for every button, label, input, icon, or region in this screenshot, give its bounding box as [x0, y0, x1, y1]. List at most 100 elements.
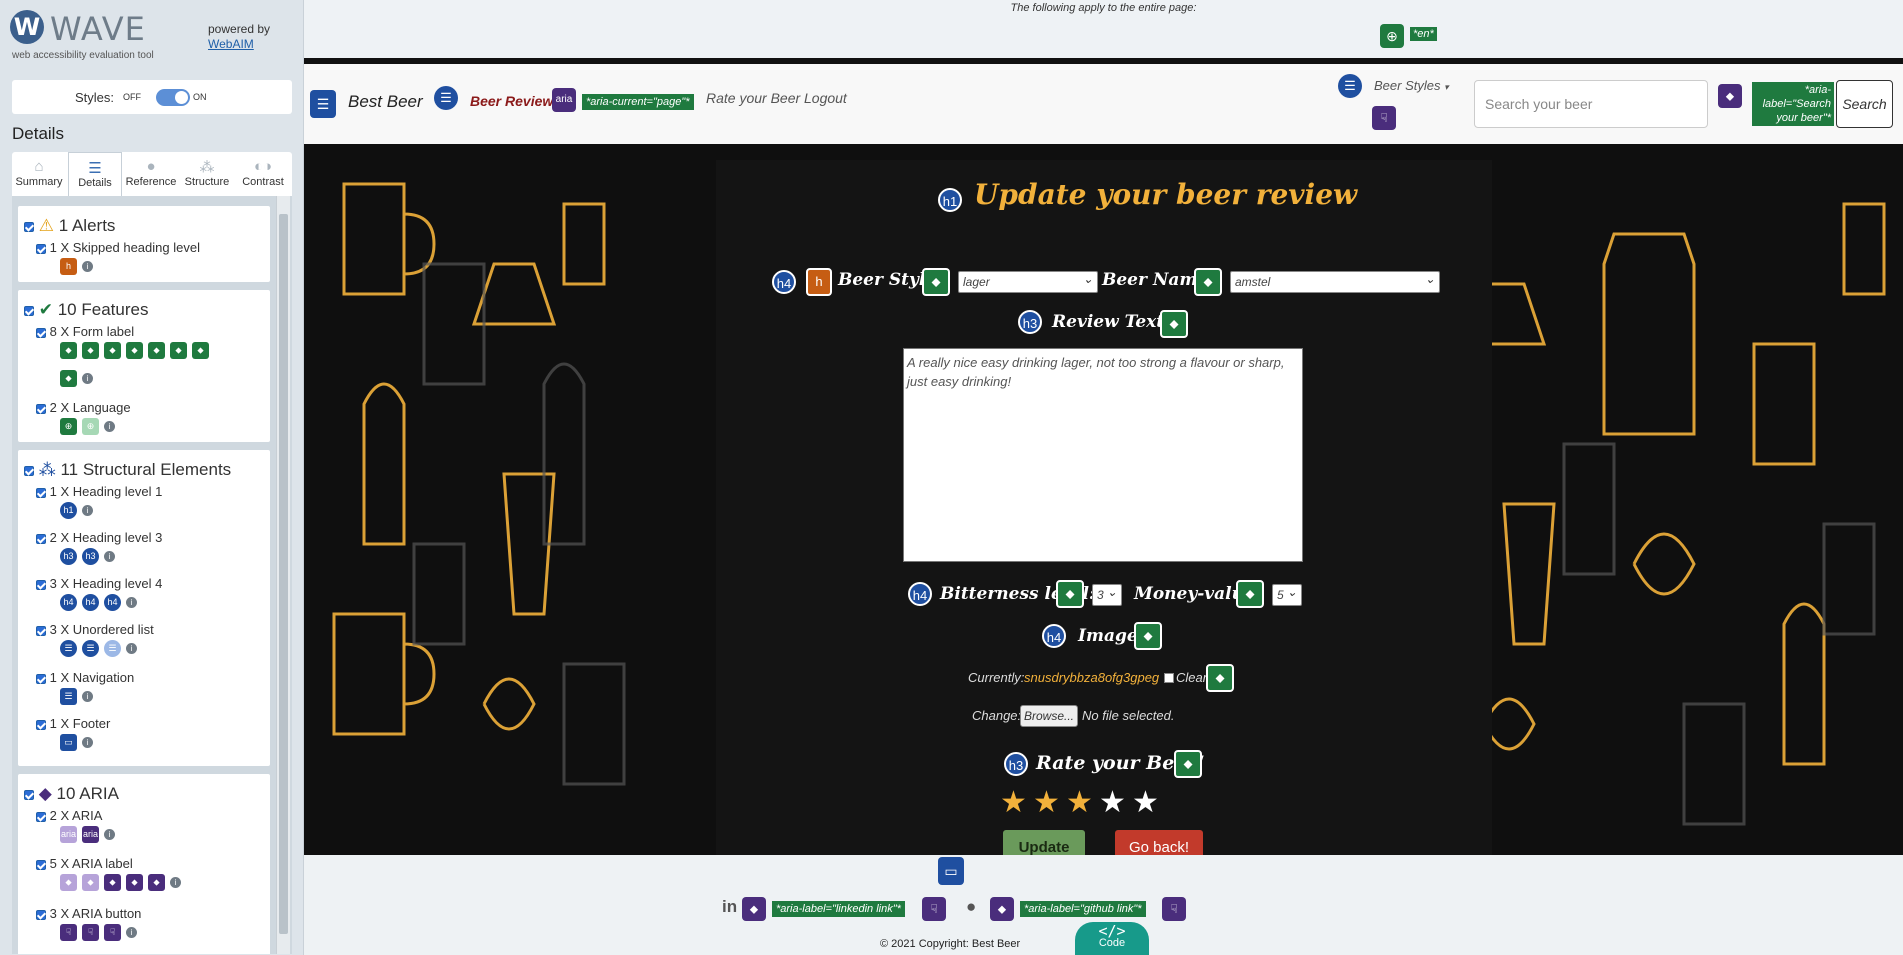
aria-label-icon[interactable]: ⬥ — [104, 874, 121, 892]
info-icon[interactable]: i — [82, 373, 93, 385]
beer-styles-dropdown[interactable]: Beer Styles ▾ — [1374, 78, 1449, 93]
aria-button-icon[interactable]: ☟ — [104, 924, 121, 942]
tab-summary[interactable]: ⌂ Summary — [12, 152, 66, 196]
h3-icon[interactable]: h3 — [1018, 310, 1042, 334]
aria-icon[interactable]: aria — [82, 826, 99, 844]
site-brand[interactable]: Best Beer — [348, 92, 423, 112]
bitterness-select[interactable]: 3 — [1092, 582, 1122, 606]
info-icon[interactable]: i — [82, 691, 93, 703]
aria-button-icon[interactable]: ☟ — [82, 924, 99, 942]
list-icon[interactable]: ☰ — [1338, 74, 1362, 98]
rating-star[interactable]: ★ — [1066, 788, 1093, 818]
current-image-link[interactable]: snusdrybbza8ofg3gpeg — [1024, 670, 1159, 685]
search-button[interactable]: Search — [1836, 80, 1893, 128]
list-icon[interactable]: ☰ — [104, 640, 121, 658]
aria-label-icon[interactable]: ⬥ — [60, 874, 77, 892]
h4-icon[interactable]: h4 — [772, 270, 796, 294]
rating-star[interactable]: ★ — [1099, 788, 1126, 818]
aria-label-icon[interactable]: ⬥ — [990, 897, 1014, 921]
info-icon[interactable]: i — [126, 643, 137, 655]
aria-checkbox[interactable] — [24, 789, 34, 800]
navigation-icon[interactable]: ☰ — [310, 90, 336, 118]
alerts-checkbox[interactable] — [24, 221, 34, 232]
features-heading[interactable]: ✔ 10 Features — [24, 300, 148, 320]
nav-link-logout[interactable]: Logout — [804, 90, 847, 106]
label-tag-icon[interactable]: ⬥ — [1174, 750, 1202, 778]
list-icon[interactable]: ☰ — [82, 640, 99, 658]
label-tag-icon[interactable]: ⬥ — [104, 342, 121, 360]
item-checkbox[interactable] — [36, 811, 46, 822]
nav-link-rate-beer[interactable]: Rate your Beer — [706, 90, 800, 106]
item-checkbox[interactable] — [36, 859, 46, 870]
h4-icon[interactable]: h4 — [82, 594, 99, 612]
aria-label-icon[interactable]: ⬥ — [82, 874, 99, 892]
h3-icon[interactable]: h3 — [82, 548, 99, 566]
wave-logo[interactable]: W WAVE web accessibility evaluation tool — [10, 8, 170, 61]
item-checkbox[interactable] — [36, 909, 46, 920]
aria-button-icon[interactable]: ☟ — [1372, 106, 1396, 130]
label-tag-icon[interactable]: ⬥ — [60, 370, 77, 388]
footer-icon[interactable]: ▭ — [938, 857, 964, 885]
aria-button-icon[interactable]: ☟ — [922, 897, 946, 921]
label-tag-icon[interactable]: ⬥ — [1194, 268, 1222, 296]
scrollbar-thumb[interactable] — [279, 214, 288, 934]
label-tag-icon[interactable]: ⬥ — [126, 342, 143, 360]
aria-button-icon[interactable]: ☟ — [1162, 897, 1186, 921]
aria-icon[interactable]: aria — [60, 826, 77, 844]
label-tag-icon[interactable]: ⬥ — [1056, 580, 1084, 608]
info-icon[interactable]: i — [170, 877, 181, 889]
tab-contrast[interactable]: ◐◑ Contrast — [236, 152, 290, 196]
money-value-select[interactable]: 5 — [1272, 582, 1302, 606]
label-tag-icon[interactable]: ⬥ — [922, 268, 950, 296]
language-icon[interactable]: ⊕ — [82, 418, 99, 436]
aria-label-icon[interactable]: ⬥ — [1718, 84, 1742, 108]
aria-heading[interactable]: ◆ 10 ARIA — [24, 784, 119, 804]
aria-label-icon[interactable]: ⬥ — [148, 874, 165, 892]
label-tag-icon[interactable]: ⬥ — [82, 342, 99, 360]
clear-checkbox[interactable] — [1164, 673, 1174, 683]
github-icon[interactable]: ● — [966, 897, 976, 917]
h4-icon[interactable]: h4 — [908, 582, 932, 606]
info-icon[interactable]: i — [104, 421, 115, 433]
structure-heading[interactable]: ⁂ 11 Structural Elements — [24, 460, 231, 480]
structure-checkbox[interactable] — [24, 465, 34, 476]
label-tag-icon[interactable]: ⬥ — [1134, 622, 1162, 650]
label-tag-icon[interactable]: ⬥ — [1160, 310, 1188, 338]
item-checkbox[interactable] — [36, 673, 46, 684]
h4-icon[interactable]: h4 — [1042, 624, 1066, 648]
item-checkbox[interactable] — [36, 487, 46, 498]
list-icon[interactable]: ☰ — [60, 640, 77, 658]
label-tag-icon[interactable]: ⬥ — [170, 342, 187, 360]
info-icon[interactable]: i — [82, 261, 93, 273]
skipped-heading-icon[interactable]: h — [60, 258, 77, 276]
rating-star[interactable]: ★ — [1000, 788, 1027, 818]
alerts-heading[interactable]: ⚠ 1 Alerts — [24, 216, 115, 236]
item-checkbox[interactable] — [36, 327, 46, 338]
h3-icon[interactable]: h3 — [1004, 752, 1028, 776]
beer-name-select[interactable]: amstel — [1230, 269, 1440, 293]
skipped-heading-alert-icon[interactable]: h — [806, 268, 832, 296]
browse-button[interactable]: Browse... — [1020, 705, 1078, 727]
label-tag-icon[interactable]: ⬥ — [148, 342, 165, 360]
label-tag-icon[interactable]: ⬥ — [60, 342, 77, 360]
features-checkbox[interactable] — [24, 305, 34, 316]
info-icon[interactable]: i — [126, 597, 137, 609]
info-icon[interactable]: i — [82, 505, 93, 517]
item-checkbox[interactable] — [36, 719, 46, 730]
navigation-icon[interactable]: ☰ — [60, 688, 77, 706]
item-checkbox[interactable] — [36, 533, 46, 544]
label-tag-icon[interactable]: ⬥ — [1206, 664, 1234, 692]
item-checkbox[interactable] — [36, 403, 46, 414]
webaim-link[interactable]: WebAIM — [208, 37, 270, 52]
sidebar-scrollbar[interactable] — [276, 196, 290, 954]
info-icon[interactable]: i — [82, 737, 93, 749]
styles-toggle[interactable] — [156, 89, 190, 106]
linkedin-icon[interactable]: in — [722, 897, 737, 917]
rating-star[interactable]: ★ — [1033, 788, 1060, 818]
label-tag-icon[interactable]: ⬥ — [1236, 580, 1264, 608]
info-icon[interactable]: i — [104, 551, 115, 563]
tab-structure[interactable]: ⁂ Structure — [180, 152, 234, 196]
footer-icon[interactable]: ▭ — [60, 734, 77, 752]
search-input[interactable]: Search your beer — [1474, 80, 1708, 128]
rating-star[interactable]: ★ — [1132, 788, 1159, 818]
